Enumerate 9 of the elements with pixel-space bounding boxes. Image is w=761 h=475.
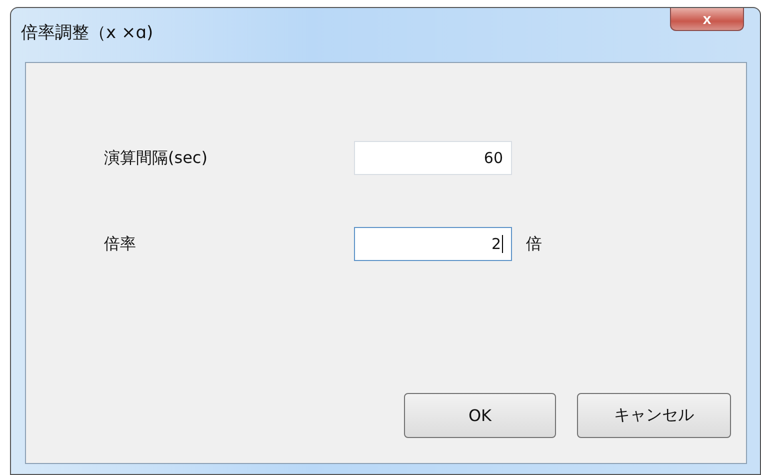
unit-label: 倍 bbox=[526, 234, 542, 254]
field-label: 倍率 bbox=[104, 234, 137, 254]
input-field[interactable]: 2 bbox=[354, 227, 512, 261]
ok-button[interactable]: OK bbox=[404, 393, 556, 438]
field-label: 演算間隔(sec) bbox=[104, 148, 208, 168]
cancel-button[interactable]: キャンセル bbox=[577, 393, 731, 438]
input-field[interactable]: 60 bbox=[354, 141, 512, 175]
window-title: 倍率調整（x ×ɑ) bbox=[21, 22, 154, 44]
close-button[interactable]: x bbox=[670, 8, 744, 31]
